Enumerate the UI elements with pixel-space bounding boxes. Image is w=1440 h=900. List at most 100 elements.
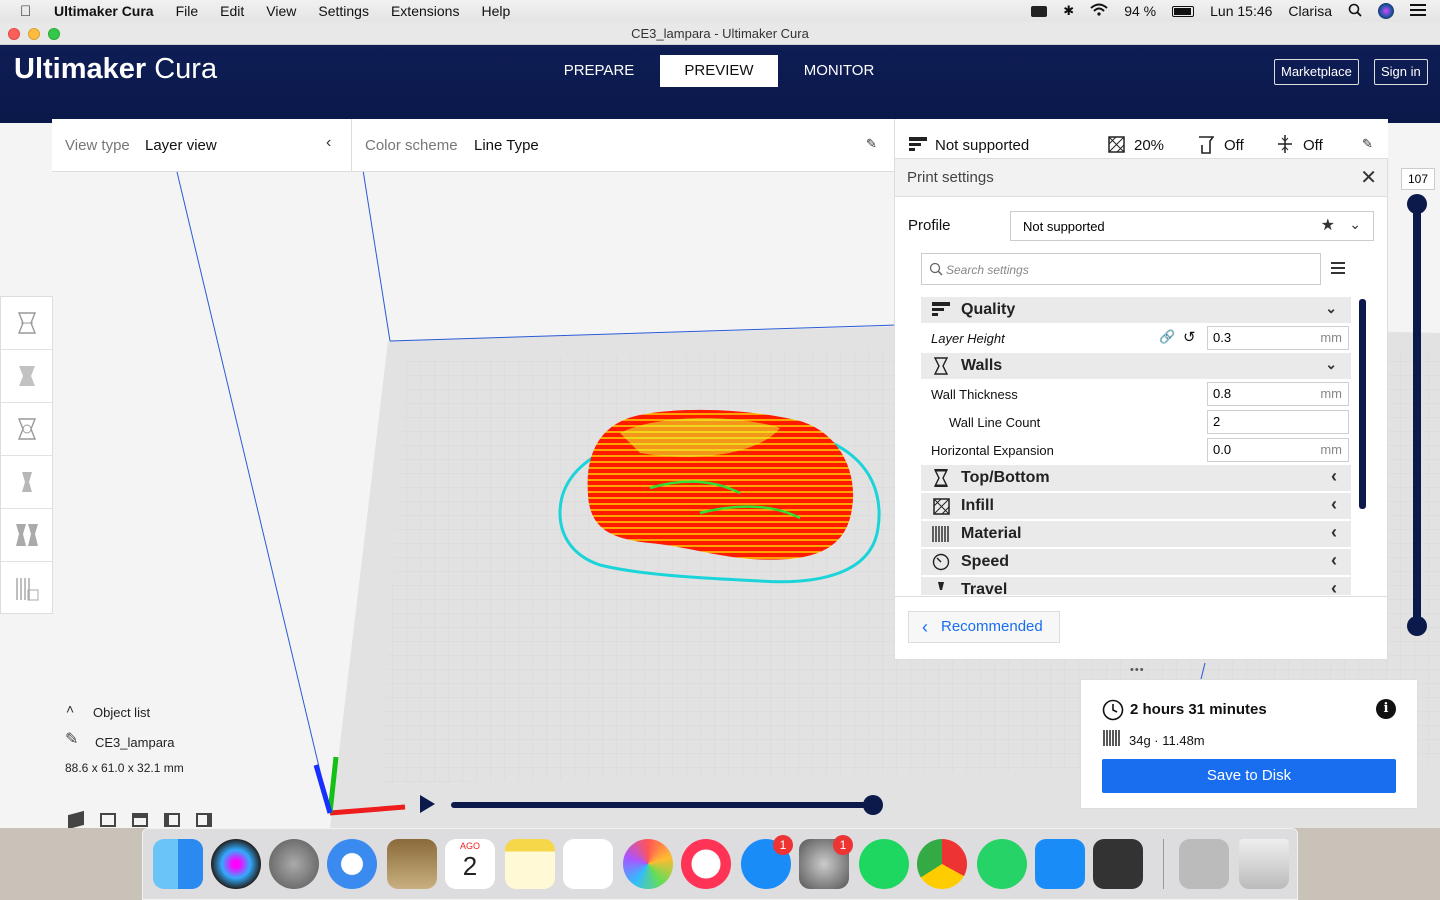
path-slider-handle[interactable]	[863, 795, 883, 815]
menu-file[interactable]: File	[176, 3, 199, 19]
collapse-chevron-icon[interactable]: ‹	[326, 134, 331, 152]
chevron-up-icon[interactable]: ˄	[66, 701, 74, 717]
view-left-icon[interactable]	[164, 813, 180, 827]
play-simulation-icon[interactable]	[420, 795, 435, 813]
chevron-down-icon[interactable]: ⌄	[1349, 216, 1361, 233]
siri-icon[interactable]	[211, 839, 261, 889]
settings-list[interactable]: Quality ⌄ Layer Height 🔗 ↺ 0.3 mm Walls ⌄…	[895, 295, 1389, 595]
view-3d-icon[interactable]	[68, 810, 84, 828]
sign-in-button[interactable]: Sign in	[1374, 59, 1428, 85]
tab-prepare[interactable]: PREPARE	[540, 55, 658, 87]
category-walls[interactable]: Walls ⌄	[921, 353, 1351, 379]
menu-edit[interactable]: Edit	[220, 3, 244, 19]
tab-monitor[interactable]: MONITOR	[780, 55, 898, 87]
battery-icon[interactable]	[1172, 5, 1195, 17]
layer-height-input[interactable]: 0.3 mm	[1207, 326, 1349, 350]
notification-center-icon[interactable]	[1410, 3, 1426, 19]
category-quality[interactable]: Quality ⌄	[921, 297, 1351, 323]
wifi-icon[interactable]	[1090, 3, 1108, 19]
scale-tool-button[interactable]	[1, 350, 52, 403]
wall-line-count-input[interactable]: 2	[1207, 410, 1349, 434]
material-usage: 34g · 11.48m	[1129, 733, 1205, 748]
preview-icon[interactable]	[387, 839, 437, 889]
safari-icon[interactable]	[327, 839, 377, 889]
calendar-icon[interactable]: AGO 2	[445, 839, 495, 889]
category-speed[interactable]: Speed ‹	[921, 549, 1351, 575]
menu-extensions[interactable]: Extensions	[391, 3, 459, 19]
marketplace-button[interactable]: Marketplace	[1274, 59, 1359, 85]
layer-slider[interactable]	[1413, 203, 1421, 627]
color-scheme-panel: Color scheme Line Type ✎	[352, 119, 894, 172]
per-model-settings-button[interactable]	[1, 509, 52, 562]
reset-icon[interactable]: ↺	[1183, 328, 1196, 346]
rotate-tool-button[interactable]	[1, 403, 52, 456]
walls-icon	[921, 357, 961, 375]
downloads-stack-icon[interactable]	[1179, 839, 1229, 889]
pencil-icon[interactable]: ✎	[65, 729, 78, 749]
category-top-bottom[interactable]: Top/Bottom ‹	[921, 465, 1351, 491]
category-infill[interactable]: Infill ‹	[921, 493, 1351, 519]
path-slider[interactable]	[451, 802, 875, 808]
minimize-window-button[interactable]	[28, 28, 40, 40]
menu-app-name[interactable]: Ultimaker Cura	[54, 3, 154, 19]
info-icon[interactable]: i	[1376, 699, 1396, 719]
layer-slider-top-value[interactable]: 107	[1401, 168, 1435, 190]
view-front-icon[interactable]	[100, 813, 116, 827]
display-icon[interactable]	[1031, 5, 1048, 17]
support-blocker-button[interactable]	[1, 562, 52, 615]
whatsapp-icon[interactable]	[977, 839, 1027, 889]
maximize-window-button[interactable]	[48, 28, 60, 40]
reminders-icon[interactable]	[563, 839, 613, 889]
launchpad-icon[interactable]	[269, 839, 319, 889]
notes-icon[interactable]	[505, 839, 555, 889]
save-to-disk-button[interactable]: Save to Disk	[1102, 759, 1396, 793]
wall-thickness-input[interactable]: 0.8 mm	[1207, 382, 1349, 406]
category-travel[interactable]: Travel ‹	[921, 577, 1351, 595]
photos-icon[interactable]	[623, 839, 673, 889]
finder-icon[interactable]	[153, 839, 203, 889]
clock[interactable]: Lun 15:46	[1210, 3, 1272, 19]
horizontal-expansion-input[interactable]: 0.0 mm	[1207, 438, 1349, 462]
settings-menu-icon[interactable]	[1331, 261, 1345, 279]
color-scheme-value[interactable]: Line Type	[474, 137, 539, 154]
itunes-icon[interactable]	[681, 839, 731, 889]
profile-dropdown[interactable]: Not supported ★ ⌄	[1010, 211, 1374, 241]
settings-scrollbar[interactable]	[1359, 299, 1366, 509]
recommended-button[interactable]: ‹ Recommended	[908, 611, 1060, 643]
edit-pencil-icon[interactable]: ✎	[866, 136, 877, 152]
siri-icon[interactable]	[1378, 3, 1394, 19]
move-tool-button[interactable]	[1, 297, 52, 350]
spotlight-icon[interactable]	[1348, 3, 1362, 20]
menu-view[interactable]: View	[266, 3, 296, 19]
object-name[interactable]: CE3_lampara	[95, 735, 175, 750]
edit-pencil-icon[interactable]: ✎	[1362, 136, 1373, 152]
app-icon[interactable]	[1093, 839, 1143, 889]
view-type-value[interactable]: Layer view	[145, 137, 217, 154]
close-icon[interactable]: ✕	[1360, 165, 1377, 190]
chrome-icon[interactable]	[917, 839, 967, 889]
cura-icon[interactable]	[1035, 839, 1085, 889]
link-icon[interactable]: 🔗	[1159, 329, 1175, 345]
apple-icon[interactable]: 	[20, 3, 36, 20]
search-placeholder: Search settings	[946, 263, 1029, 277]
user-name[interactable]: Clarisa	[1288, 3, 1332, 19]
category-material[interactable]: Material ‹	[921, 521, 1351, 547]
layer-slider-top-handle[interactable]	[1407, 194, 1427, 214]
tab-preview[interactable]: PREVIEW	[660, 55, 778, 87]
close-window-button[interactable]	[8, 28, 20, 40]
view-top-icon[interactable]	[132, 813, 148, 827]
search-settings-field[interactable]: Search settings	[921, 253, 1321, 285]
bluetooth-icon[interactable]: ✱	[1063, 3, 1074, 19]
menu-help[interactable]: Help	[481, 3, 510, 19]
layer-slider-bottom-handle[interactable]	[1407, 616, 1427, 636]
battery-percent[interactable]: 94 %	[1124, 3, 1156, 19]
star-icon[interactable]: ★	[1321, 215, 1335, 235]
object-list-title[interactable]: Object list	[93, 705, 150, 720]
trash-icon[interactable]	[1239, 839, 1289, 889]
view-right-icon[interactable]	[196, 813, 212, 827]
panel-resize-handle[interactable]: •••	[1130, 664, 1145, 676]
menu-settings[interactable]: Settings	[318, 3, 369, 19]
3d-viewport[interactable]: View type Layer view ‹ Color scheme Line…	[0, 119, 1440, 828]
mirror-tool-button[interactable]	[1, 456, 52, 509]
spotify-icon[interactable]	[859, 839, 909, 889]
